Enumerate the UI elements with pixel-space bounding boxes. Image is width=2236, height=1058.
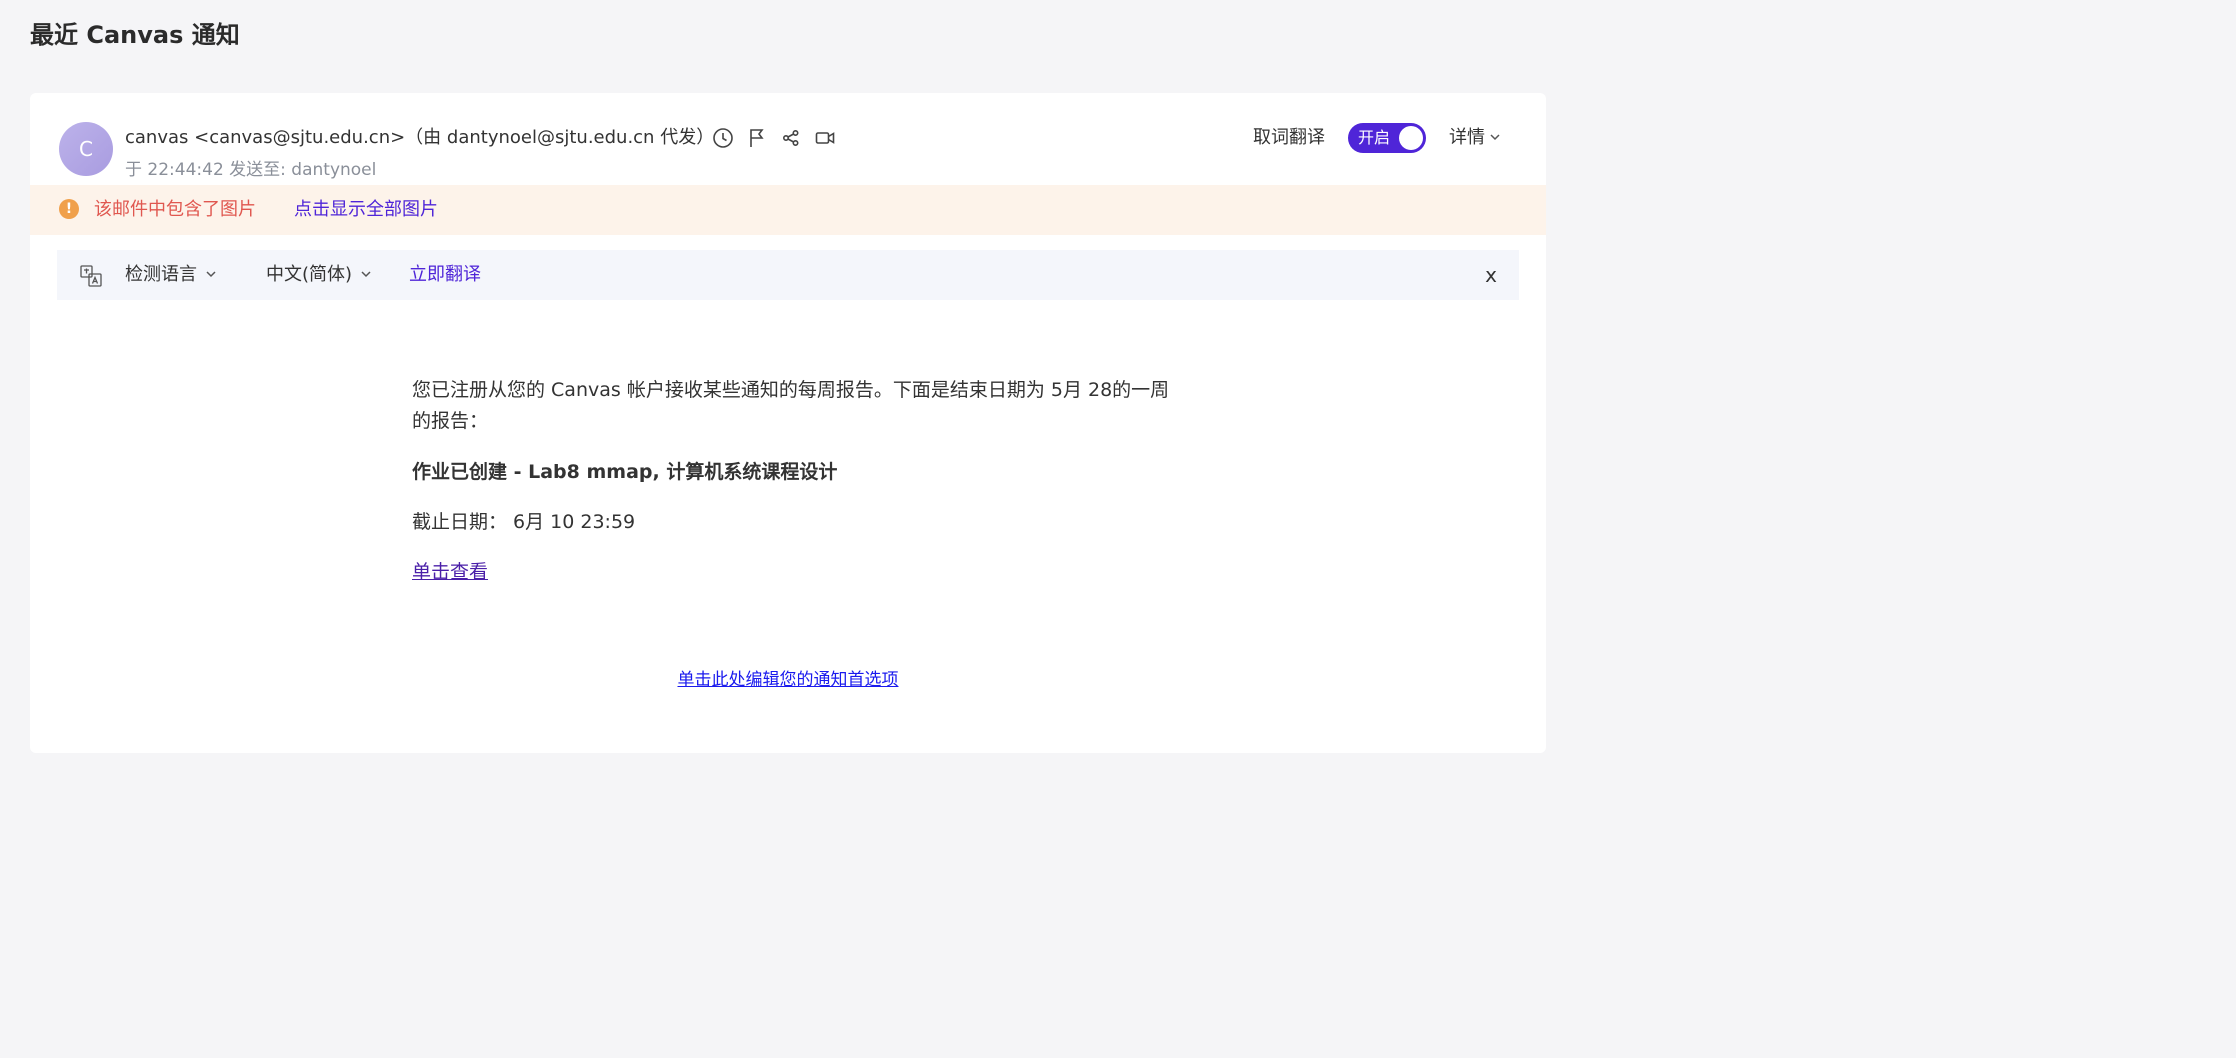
details-label: 详情 (1449, 127, 1485, 148)
word-translate-toggle[interactable]: 开启 (1348, 123, 1426, 153)
chevron-down-icon (360, 262, 372, 288)
page-title: 最近 Canvas 通知 (30, 21, 240, 49)
clock-icon[interactable] (712, 127, 734, 149)
due-date: 截止日期： 6月 10 23:59 (412, 511, 636, 533)
warning-icon: ! (59, 199, 79, 219)
flag-icon[interactable] (746, 127, 768, 149)
translate-icon (79, 264, 103, 288)
assignment-title: 作业已创建 - Lab8 mmap, 计算机系统课程设计 (412, 461, 838, 483)
email-card: C canvas <canvas@sjtu.edu.cn>（由 dantynoe… (30, 93, 1546, 753)
image-warning-banner: ! 该邮件中包含了图片 点击显示全部图片 (30, 185, 1546, 235)
toggle-knob (1399, 126, 1423, 150)
avatar[interactable]: C (59, 122, 113, 176)
email-body: 您已注册从您的 Canvas 帐户接收某些通知的每周报告。下面是结束日期为 5月… (412, 375, 1172, 587)
source-language-label: 检测语言 (125, 264, 197, 285)
translate-bar: 检测语言 中文(简体) 立即翻译 x (57, 250, 1519, 300)
close-translate-bar-button[interactable]: x (1485, 262, 1497, 288)
intro-text: 您已注册从您的 Canvas 帐户接收某些通知的每周报告。下面是结束日期为 5月… (412, 379, 1170, 432)
send-meta: 于 22:44:42 发送至: dantynoel (125, 160, 377, 180)
header-actions (712, 127, 836, 149)
source-language-select[interactable]: 检测语言 (125, 262, 217, 288)
image-warning-text: 该邮件中包含了图片 (94, 199, 256, 220)
notification-prefs-link[interactable]: 单击此处编辑您的通知首选项 (678, 670, 899, 690)
details-button[interactable]: 详情 (1449, 125, 1501, 151)
sender-line: canvas <canvas@sjtu.edu.cn>（由 dantynoel@… (125, 127, 715, 148)
translate-now-button[interactable]: 立即翻译 (409, 262, 481, 288)
notification-prefs-row: 单击此处编辑您的通知首选项 (30, 668, 1546, 692)
video-icon[interactable] (814, 127, 836, 149)
target-language-select[interactable]: 中文(简体) (266, 262, 372, 288)
chevron-down-icon (205, 262, 217, 288)
toggle-label: 开启 (1358, 128, 1391, 147)
word-translate-label: 取词翻译 (1253, 127, 1325, 148)
share-icon[interactable] (780, 127, 802, 149)
target-language-label: 中文(简体) (266, 264, 353, 285)
chevron-down-icon (1489, 125, 1501, 151)
view-link[interactable]: 单击查看 (412, 557, 488, 587)
show-images-link[interactable]: 点击显示全部图片 (294, 197, 438, 223)
